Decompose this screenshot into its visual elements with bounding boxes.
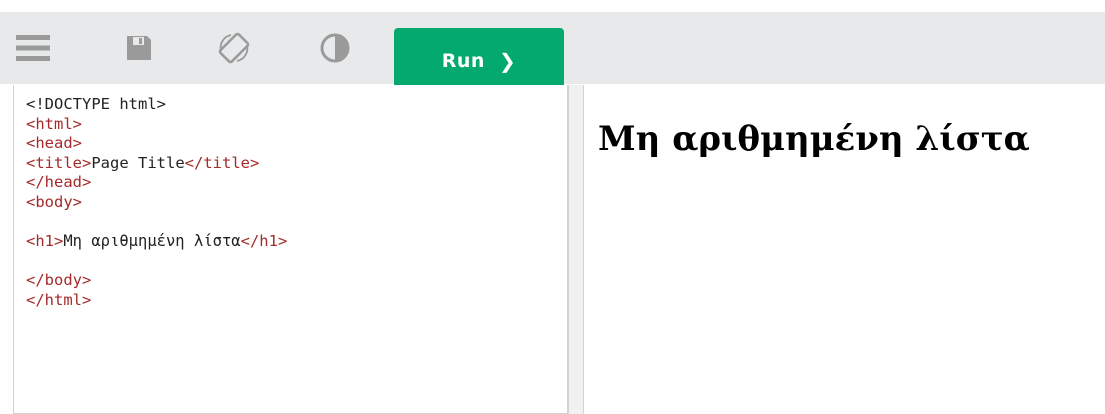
menu-icon[interactable] bbox=[9, 26, 57, 70]
code-line: </body> bbox=[26, 271, 567, 291]
code-text: <!DOCTYPE html> bbox=[26, 95, 166, 113]
code-tag: <html> bbox=[26, 114, 82, 133]
code-tag: <h1> bbox=[26, 232, 64, 251]
clipped-text-strip bbox=[0, 0, 1105, 12]
code-tag: <title> bbox=[26, 153, 92, 172]
save-icon[interactable] bbox=[115, 26, 163, 70]
code-text: Μη αριθμημένη λίστα bbox=[63, 232, 241, 251]
code-line: <html> bbox=[26, 115, 567, 135]
code-tag: </body> bbox=[26, 271, 92, 290]
code-tag: <body> bbox=[26, 192, 82, 211]
run-button-label: Run bbox=[441, 50, 485, 72]
chevron-right-icon: ❯ bbox=[498, 49, 517, 73]
code-line: <body> bbox=[26, 193, 567, 213]
code-tag: <head> bbox=[26, 134, 82, 153]
pane-divider[interactable] bbox=[568, 85, 584, 414]
code-line: </html> bbox=[26, 291, 567, 311]
code-tag: </head> bbox=[26, 173, 92, 192]
code-line: </head> bbox=[26, 173, 567, 193]
code-line: <!DOCTYPE html> bbox=[26, 95, 567, 115]
code-line: <head> bbox=[26, 134, 567, 154]
code-tag: </h1> bbox=[240, 232, 288, 251]
code-line: <title>Page Title</title> bbox=[26, 154, 567, 174]
result-preview: Μη αριθμημένη λίστα bbox=[584, 85, 1105, 414]
contrast-icon[interactable] bbox=[311, 26, 359, 70]
toolbar: Run ❯ bbox=[0, 12, 1105, 94]
code-tag: </title> bbox=[184, 153, 260, 172]
code-text: Page Title bbox=[91, 153, 185, 172]
code-editor[interactable]: <!DOCTYPE html> <html> <head> <title>Page T… bbox=[13, 85, 568, 414]
code-line: <h1>Μη αριθμημένη λίστα</h1> bbox=[26, 232, 567, 252]
preview-heading: Μη αριθμημένη λίστα bbox=[598, 119, 1030, 159]
rotate-icon[interactable] bbox=[210, 26, 258, 70]
code-tag: </html> bbox=[26, 290, 92, 309]
